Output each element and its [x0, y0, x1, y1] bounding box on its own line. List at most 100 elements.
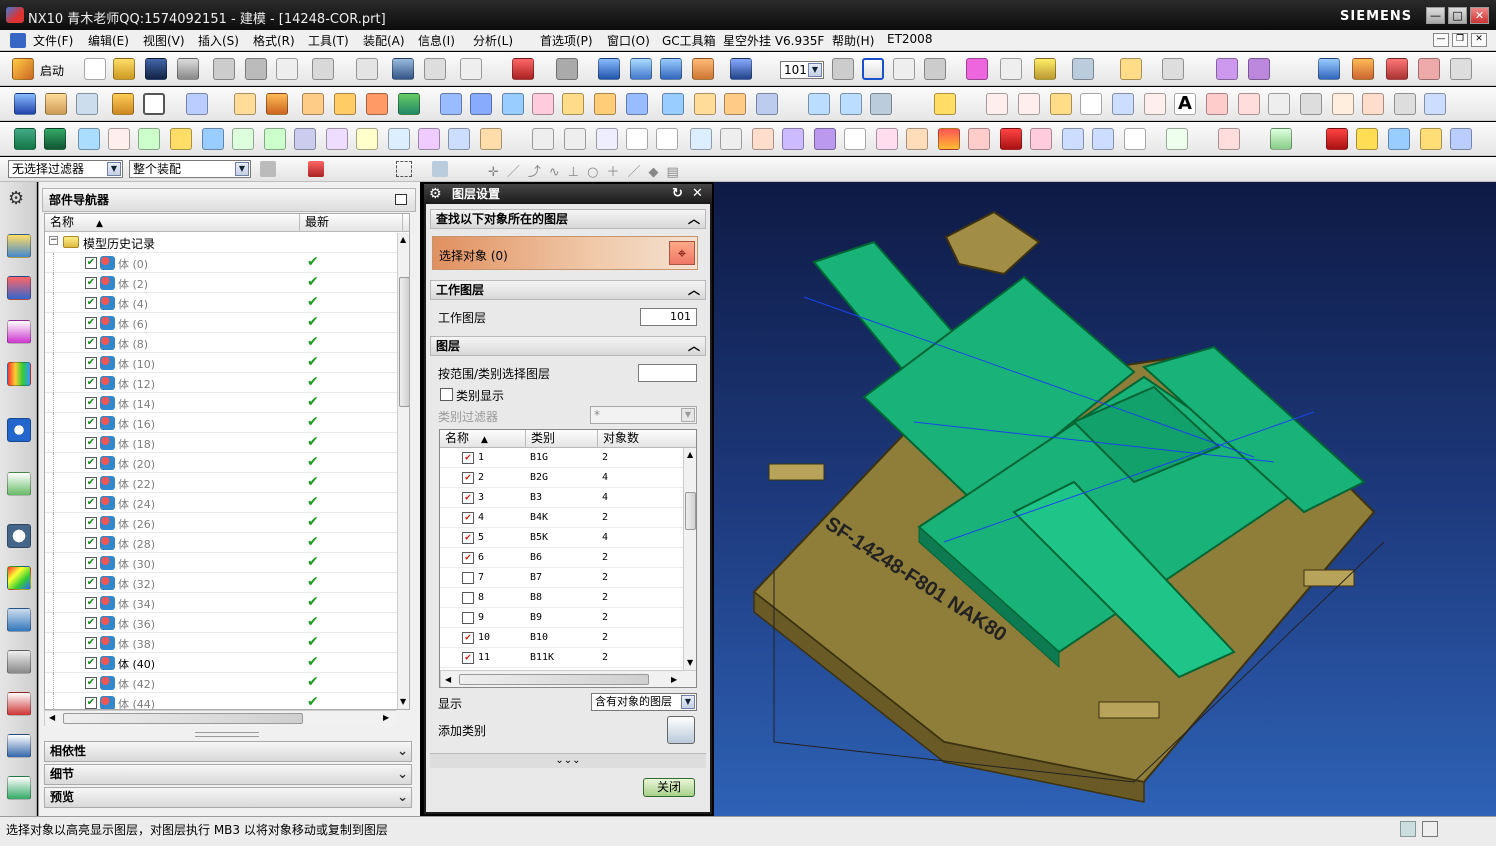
layer-settings-icon[interactable]	[832, 58, 854, 80]
scope-combo[interactable]: 整个装配 ▼	[129, 160, 251, 178]
col-name-header[interactable]: 名称 ▲	[45, 214, 300, 232]
mold-ak-icon[interactable]	[1270, 128, 1292, 150]
visibility-checkbox[interactable]: ✔	[85, 697, 97, 709]
mold-s-icon[interactable]	[596, 128, 618, 150]
mold-y-icon[interactable]	[844, 128, 866, 150]
layer-col-count[interactable]: 对象数	[598, 430, 696, 448]
table-row[interactable]: ✔ 体 (12) ✔	[45, 373, 400, 393]
mold-i-icon[interactable]	[264, 128, 286, 150]
table-row[interactable]: ✔ 体 (16) ✔	[45, 413, 400, 433]
delete-icon[interactable]	[276, 58, 298, 80]
print-icon[interactable]	[177, 58, 199, 80]
layer-visible-checkbox[interactable]	[462, 572, 474, 584]
spline-icon[interactable]	[1112, 93, 1134, 115]
table-row[interactable]: ✔ 体 (26) ✔	[45, 513, 400, 533]
scroll-down-icon[interactable]: ▼	[400, 697, 406, 706]
gear-icon[interactable]: ⚙	[8, 188, 24, 209]
scroll-right-icon[interactable]: ▶	[383, 713, 389, 722]
table-row[interactable]: ✔ 体 (28) ✔	[45, 533, 400, 553]
layer-visible-checkbox[interactable]: ✔	[462, 452, 474, 464]
part-navigator-tree[interactable]: 名称▲ 最新 P − 模型历史记录 ✔体 (0)✔✔体 (2)✔✔体 (4)✔✔…	[44, 213, 410, 710]
surface-b-icon[interactable]	[840, 93, 862, 115]
visibility-checkbox[interactable]: ✔	[85, 257, 97, 269]
visibility-checkbox[interactable]: ✔	[85, 577, 97, 589]
mold-m-icon[interactable]	[388, 128, 410, 150]
system-scene-tab-icon[interactable]	[7, 734, 31, 758]
visibility-checkbox[interactable]: ✔	[85, 497, 97, 509]
mold-d-icon[interactable]	[108, 128, 130, 150]
dependencies-section[interactable]: 相依性 ⌄	[44, 741, 412, 762]
visibility-checkbox[interactable]: ✔	[85, 677, 97, 689]
assembly-a-icon[interactable]	[1318, 58, 1340, 80]
search-command-icon[interactable]	[934, 93, 956, 115]
mold-f-icon[interactable]	[170, 128, 192, 150]
layer-hscroll-thumb[interactable]	[459, 674, 649, 685]
shell-icon[interactable]	[502, 93, 524, 115]
close-icon[interactable]: ✕	[692, 184, 703, 204]
close-button[interactable]: 关闭	[643, 778, 695, 797]
layer-row[interactable]: ✔ 11 B11K 2	[440, 648, 683, 668]
mold-p-icon[interactable]	[480, 128, 502, 150]
col-more-header[interactable]: P	[403, 214, 409, 232]
visibility-checkbox[interactable]: ✔	[85, 417, 97, 429]
mold-g-icon[interactable]	[202, 128, 224, 150]
layer-visible-checkbox[interactable]: ✔	[462, 532, 474, 544]
menu-gc-toolbox[interactable]: GC工具箱	[659, 32, 719, 49]
mirror-icon[interactable]	[662, 93, 684, 115]
snap-point-icon[interactable]	[308, 161, 324, 177]
col-latest-header[interactable]: 最新	[300, 214, 403, 232]
arc-icon[interactable]	[1018, 93, 1040, 115]
reuse-library-tab-icon[interactable]	[7, 362, 31, 386]
menu-insert[interactable]: 插入(S)	[195, 32, 242, 49]
line-icon[interactable]	[986, 93, 1008, 115]
offset-face-icon[interactable]	[594, 93, 616, 115]
pattern-icon[interactable]	[694, 93, 716, 115]
mold-w-icon[interactable]	[782, 128, 804, 150]
table-row[interactable]: ✔ 体 (20) ✔	[45, 453, 400, 473]
layer-row[interactable]: 7 B7 2	[440, 568, 683, 588]
scroll-left-icon[interactable]: ◀	[445, 675, 451, 684]
trim-curve-icon[interactable]	[1362, 93, 1384, 115]
table-row[interactable]: ✔ 体 (36) ✔	[45, 613, 400, 633]
edge-blend-icon[interactable]	[440, 93, 462, 115]
rectangle-icon[interactable]	[1080, 93, 1102, 115]
visibility-checkbox[interactable]: ✔	[85, 657, 97, 669]
preview-section[interactable]: 预览 ⌄	[44, 787, 412, 808]
origin-icon[interactable]	[1000, 58, 1022, 80]
mold-ab-icon[interactable]	[938, 128, 960, 150]
fit-view-icon[interactable]	[512, 58, 534, 80]
navigator-vertical-scrollbar[interactable]: ▲ ▼	[397, 233, 409, 709]
scroll-up-icon[interactable]: ▲	[687, 450, 693, 459]
menu-view[interactable]: 视图(V)	[140, 32, 188, 49]
paste-icon[interactable]	[245, 58, 267, 80]
layer-row[interactable]: ✔ 10 B10 2	[440, 628, 683, 648]
layer-visible-checkbox[interactable]	[462, 592, 474, 604]
csys-icon[interactable]	[893, 58, 915, 80]
menu-help[interactable]: 帮助(H)	[829, 32, 877, 49]
menu-format[interactable]: 格式(R)	[250, 32, 298, 49]
mold-ad-icon[interactable]	[1000, 128, 1022, 150]
layer-row[interactable]: ✔ 5 B5K 4	[440, 528, 683, 548]
details-section[interactable]: 细节 ⌄	[44, 764, 412, 785]
pad-icon[interactable]	[334, 93, 356, 115]
table-row[interactable]: ✔ 体 (32) ✔	[45, 573, 400, 593]
zoom-icon[interactable]	[460, 58, 482, 80]
ruler-icon[interactable]	[1120, 58, 1142, 80]
table-row[interactable]: ✔ 体 (24) ✔	[45, 493, 400, 513]
copy-icon[interactable]	[213, 58, 235, 80]
join-curve-icon[interactable]	[1300, 93, 1322, 115]
mold-ag-icon[interactable]	[1092, 128, 1114, 150]
boss-icon[interactable]	[266, 93, 288, 115]
hscroll-thumb[interactable]	[63, 713, 303, 724]
mold-o-icon[interactable]	[448, 128, 470, 150]
hd3d-tools-tab-icon[interactable]	[7, 418, 31, 442]
move-object-icon[interactable]	[392, 58, 414, 80]
mold-am-icon[interactable]	[1356, 128, 1378, 150]
work-layer-input[interactable]: 101	[640, 308, 697, 326]
shaded-view-icon[interactable]	[598, 58, 620, 80]
curve-grid-icon[interactable]	[1424, 93, 1446, 115]
layer-row[interactable]: ✔ 4 B4K 2	[440, 508, 683, 528]
visibility-checkbox[interactable]: ✔	[85, 557, 97, 569]
gear-icon[interactable]: ⚙	[429, 184, 442, 204]
mold-ac-icon[interactable]	[968, 128, 990, 150]
